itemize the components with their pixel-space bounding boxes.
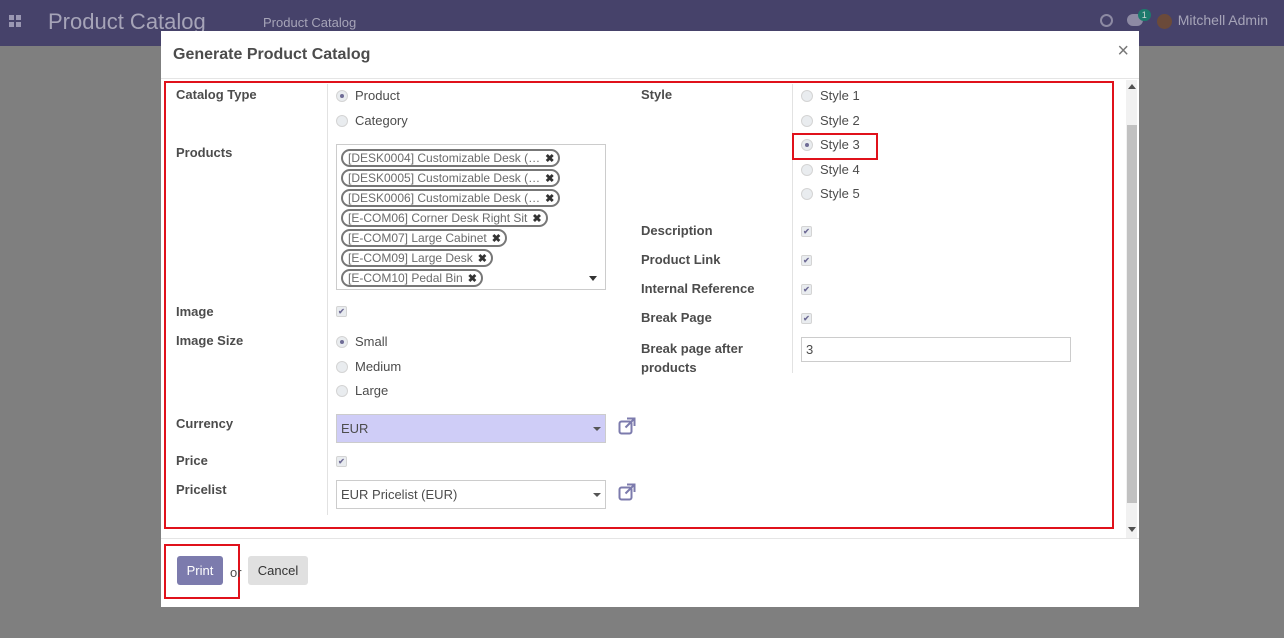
radio-icon[interactable] [801,187,813,200]
user-menu[interactable]: Mitchell Admin [1156,12,1268,29]
remove-tag-icon[interactable]: ✖ [468,272,477,285]
remove-tag-icon[interactable]: ✖ [545,192,554,205]
external-link-icon[interactable] [618,417,636,435]
radio-label: Product [355,88,400,103]
pricelist-select[interactable]: EUR Pricelist (EUR) [336,480,606,509]
chevron-down-icon[interactable] [589,276,597,281]
radio-label: Style 3 [820,137,860,152]
description-label: Description [641,223,713,238]
radio-label: Category [355,113,408,128]
break-page-after-label: Break page after products [641,341,743,375]
or-text: or [230,565,242,580]
radio-label: Medium [355,359,402,374]
generate-catalog-dialog: Generate Product Catalog × Catalog Type … [161,31,1139,607]
internal-reference-label: Internal Reference [641,281,755,296]
style-2-radio[interactable]: Style 2 [801,113,860,128]
radio-icon[interactable] [801,114,813,127]
product-tag: [E-COM07] Large Cabinet ✖ [341,229,507,247]
radio-icon[interactable] [336,114,348,127]
close-button[interactable]: × [1117,41,1129,61]
product-tag: [E-COM09] Large Desk ✖ [341,249,493,267]
radio-icon[interactable] [336,335,348,348]
form-highlight-box [164,81,1114,529]
radio-label: Style 2 [820,113,860,128]
apps-menu-icon[interactable] [9,15,23,29]
catalog-type-product-radio[interactable]: Product [336,88,400,103]
remove-tag-icon[interactable]: ✖ [492,232,501,245]
pricelist-label: Pricelist [176,482,227,497]
products-label: Products [176,145,233,160]
style-label: Style [641,87,673,102]
image-label: Image [176,304,214,319]
radio-label: Large [355,383,389,398]
remove-tag-icon[interactable]: ✖ [532,212,541,225]
product-link-checkbox[interactable]: ✔ [801,255,812,266]
break-page-checkbox[interactable]: ✔ [801,313,812,324]
style-4-radio[interactable]: Style 4 [801,162,860,177]
price-checkbox[interactable]: ✔ [336,456,347,467]
remove-tag-icon[interactable]: ✖ [545,172,554,185]
radio-icon[interactable] [336,89,348,102]
modal-title: Generate Product Catalog [173,46,371,63]
radio-label: Style 4 [820,162,860,177]
currency-select[interactable]: EUR [336,414,606,443]
currency-label: Currency [176,416,234,431]
radio-icon[interactable] [336,360,348,373]
scroll-up-arrow-icon[interactable] [1128,84,1136,89]
user-name: Mitchell Admin [1177,12,1268,28]
catalog-type-label: Catalog Type [176,87,257,102]
modal-footer: Print or Cancel [161,538,1139,607]
nav-menu-item[interactable]: Product Catalog [263,15,356,30]
radio-label: Style 1 [820,88,860,103]
style-5-radio[interactable]: Style 5 [801,186,860,201]
remove-tag-icon[interactable]: ✖ [478,252,487,265]
price-label: Price [176,453,208,468]
chevron-down-icon [593,493,601,497]
product-tag: [E-COM06] Corner Desk Right Sit ✖ [341,209,548,227]
modal-body: Catalog Type Product Category Products [… [161,80,1139,538]
radio-icon[interactable] [801,163,813,176]
radio-label: Small [355,334,388,349]
radio-icon[interactable] [801,89,813,102]
break-page-label: Break Page [641,310,712,325]
messages-badge: 1 [1137,9,1151,22]
style-1-radio[interactable]: Style 1 [801,88,860,103]
modal-header: Generate Product Catalog × [161,31,1139,79]
internal-reference-checkbox[interactable]: ✔ [801,284,812,295]
product-tag: [DESK0006] Customizable Desk (… ✖ [341,189,561,207]
product-tag: [DESK0005] Customizable Desk (… ✖ [341,169,561,187]
product-link-label: Product Link [641,252,721,267]
break-page-after-input[interactable]: 3 [801,337,1071,362]
cancel-button[interactable]: Cancel [248,556,308,585]
messages-icon[interactable]: 1 [1126,9,1151,27]
activity-clock-icon[interactable] [1099,13,1113,27]
image-size-large-radio[interactable]: Large [336,383,388,398]
scrollbar-thumb[interactable] [1127,125,1137,503]
product-tag: [E-COM10] Pedal Bin ✖ [341,269,483,287]
radio-icon[interactable] [801,138,813,151]
image-size-label: Image Size [176,333,244,348]
avatar [1156,13,1172,29]
external-link-icon[interactable] [618,483,636,501]
image-checkbox[interactable]: ✔ [336,306,347,317]
description-checkbox[interactable]: ✔ [801,226,812,237]
scrollbar[interactable] [1126,80,1137,538]
right-label-divider [792,84,793,373]
radio-icon[interactable] [336,384,348,397]
product-tag: [DESK0004] Customizable Desk (… ✖ [341,149,561,167]
catalog-type-category-radio[interactable]: Category [336,113,408,128]
chevron-down-icon [593,427,601,431]
style-3-radio[interactable]: Style 3 [801,137,860,152]
image-size-small-radio[interactable]: Small [336,334,388,349]
print-button[interactable]: Print [177,556,223,585]
remove-tag-icon[interactable]: ✖ [545,152,554,165]
products-many2many-tags[interactable]: [DESK0004] Customizable Desk (… ✖ [DESK00… [336,144,606,290]
scroll-down-arrow-icon[interactable] [1128,527,1136,532]
left-label-divider [327,84,328,515]
radio-label: Style 5 [820,186,860,201]
image-size-medium-radio[interactable]: Medium [336,359,401,374]
